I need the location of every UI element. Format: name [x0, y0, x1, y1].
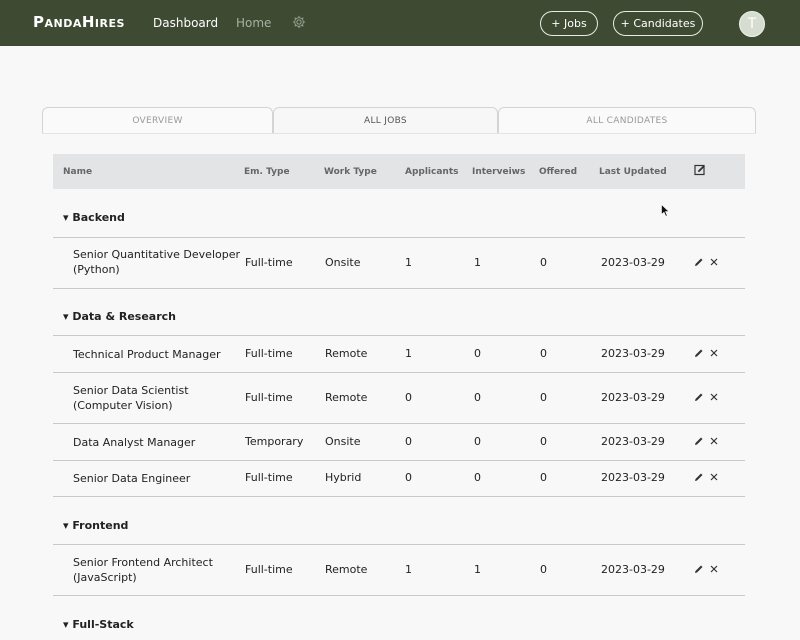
caret-down-icon: ▾: [63, 211, 69, 224]
applicants-count: 0: [405, 391, 412, 404]
avatar[interactable]: T: [739, 11, 765, 37]
group-label: Data & Research: [72, 310, 176, 323]
add-candidate-button[interactable]: + Candidates: [613, 11, 703, 36]
group-header-frontend[interactable]: ▾ Frontend: [63, 519, 128, 532]
emp-type: Full-time: [245, 471, 293, 484]
column-header-applicants[interactable]: Applicants: [405, 167, 459, 177]
pencil-icon[interactable]: [694, 564, 704, 574]
tab-all-candidates[interactable]: ALL CANDIDATES: [498, 107, 756, 133]
group-header-backend[interactable]: ▾ Backend: [63, 211, 125, 224]
emp-type: Full-time: [245, 391, 293, 404]
interviews-count: 0: [474, 347, 481, 360]
job-name[interactable]: Senior Frontend Architect (JavaScript): [73, 555, 243, 585]
applicants-count: 0: [405, 471, 412, 484]
interviews-count: 1: [474, 256, 481, 269]
group-label: Backend: [72, 211, 125, 224]
job-name[interactable]: Senior Data Engineer: [73, 471, 243, 486]
pencil-icon[interactable]: [694, 348, 704, 358]
offered-count: 0: [540, 391, 547, 404]
close-icon[interactable]: [710, 393, 718, 401]
offered-count: 0: [540, 471, 547, 484]
column-header-offered[interactable]: Offered: [539, 167, 577, 177]
top-nav-bar: PandaHires Dashboard Home + Jobs + Candi…: [0, 0, 800, 46]
work-type: Onsite: [325, 435, 361, 448]
group-label: Full-Stack: [72, 618, 134, 631]
caret-down-icon: ▾: [63, 519, 69, 532]
nav-home-link[interactable]: Home: [236, 16, 271, 30]
row-divider: [53, 335, 745, 336]
work-type: Hybrid: [325, 471, 362, 484]
close-icon[interactable]: [710, 565, 718, 573]
last-updated: 2023-03-29: [601, 256, 665, 269]
last-updated: 2023-03-29: [601, 347, 665, 360]
job-name[interactable]: Senior Quantitative Developer (Python): [73, 247, 243, 277]
group-header-full-stack[interactable]: ▾ Full-Stack: [63, 618, 134, 631]
column-header-emp-type[interactable]: Em. Type: [244, 167, 290, 177]
applicants-count: 0: [405, 435, 412, 448]
brand-logo[interactable]: PandaHires: [33, 13, 125, 31]
job-name[interactable]: Data Analyst Manager: [73, 435, 243, 450]
table-header: Name Em. Type Work Type Applicants Inter…: [53, 154, 745, 189]
caret-down-icon: ▾: [63, 310, 69, 323]
offered-count: 0: [540, 256, 547, 269]
mouse-cursor-icon: [661, 204, 670, 217]
offered-count: 0: [540, 435, 547, 448]
close-icon[interactable]: [710, 473, 718, 481]
offered-count: 0: [540, 347, 547, 360]
pencil-icon[interactable]: [694, 257, 704, 267]
last-updated: 2023-03-29: [601, 471, 665, 484]
pencil-icon[interactable]: [694, 472, 704, 482]
caret-down-icon: ▾: [63, 618, 69, 631]
last-updated: 2023-03-29: [601, 435, 665, 448]
interviews-count: 0: [474, 391, 481, 404]
applicants-count: 1: [405, 256, 412, 269]
work-type: Remote: [325, 347, 368, 360]
close-icon[interactable]: [710, 258, 718, 266]
group-label: Frontend: [72, 519, 129, 532]
tabs-divider: [42, 133, 756, 134]
row-divider: [53, 423, 745, 424]
tab-all-jobs[interactable]: ALL JOBS: [273, 107, 498, 133]
work-type: Remote: [325, 391, 368, 404]
column-header-work-type[interactable]: Work Type: [324, 167, 377, 177]
emp-type: Temporary: [245, 435, 304, 448]
gear-icon[interactable]: [292, 15, 306, 29]
work-type: Remote: [325, 563, 368, 576]
column-header-interviews[interactable]: Interveiws: [472, 167, 525, 177]
tab-overview[interactable]: OVERVIEW: [42, 107, 273, 133]
pencil-icon[interactable]: [694, 436, 704, 446]
emp-type: Full-time: [245, 347, 293, 360]
interviews-count: 0: [474, 471, 481, 484]
add-job-button[interactable]: + Jobs: [540, 11, 598, 36]
applicants-count: 1: [405, 563, 412, 576]
column-header-name[interactable]: Name: [63, 167, 92, 177]
row-divider: [53, 288, 745, 289]
edit-columns-icon[interactable]: [694, 164, 706, 176]
job-name[interactable]: Senior Data Scientist (Computer Vision): [73, 383, 243, 413]
row-divider: [53, 237, 745, 238]
interviews-count: 0: [474, 435, 481, 448]
close-icon[interactable]: [710, 437, 718, 445]
row-divider: [53, 496, 745, 497]
emp-type: Full-time: [245, 256, 293, 269]
close-icon[interactable]: [710, 349, 718, 357]
offered-count: 0: [540, 563, 547, 576]
last-updated: 2023-03-29: [601, 391, 665, 404]
nav-dashboard-link[interactable]: Dashboard: [153, 16, 218, 30]
column-header-last-updated[interactable]: Last Updated: [599, 167, 667, 177]
row-divider: [53, 595, 745, 596]
emp-type: Full-time: [245, 563, 293, 576]
group-header-data-research[interactable]: ▾ Data & Research: [63, 310, 176, 323]
pencil-icon[interactable]: [694, 392, 704, 402]
applicants-count: 1: [405, 347, 412, 360]
row-divider: [53, 544, 745, 545]
row-divider: [53, 372, 745, 373]
job-name[interactable]: Technical Product Manager: [73, 347, 243, 362]
row-divider: [53, 460, 745, 461]
interviews-count: 1: [474, 563, 481, 576]
last-updated: 2023-03-29: [601, 563, 665, 576]
work-type: Onsite: [325, 256, 361, 269]
